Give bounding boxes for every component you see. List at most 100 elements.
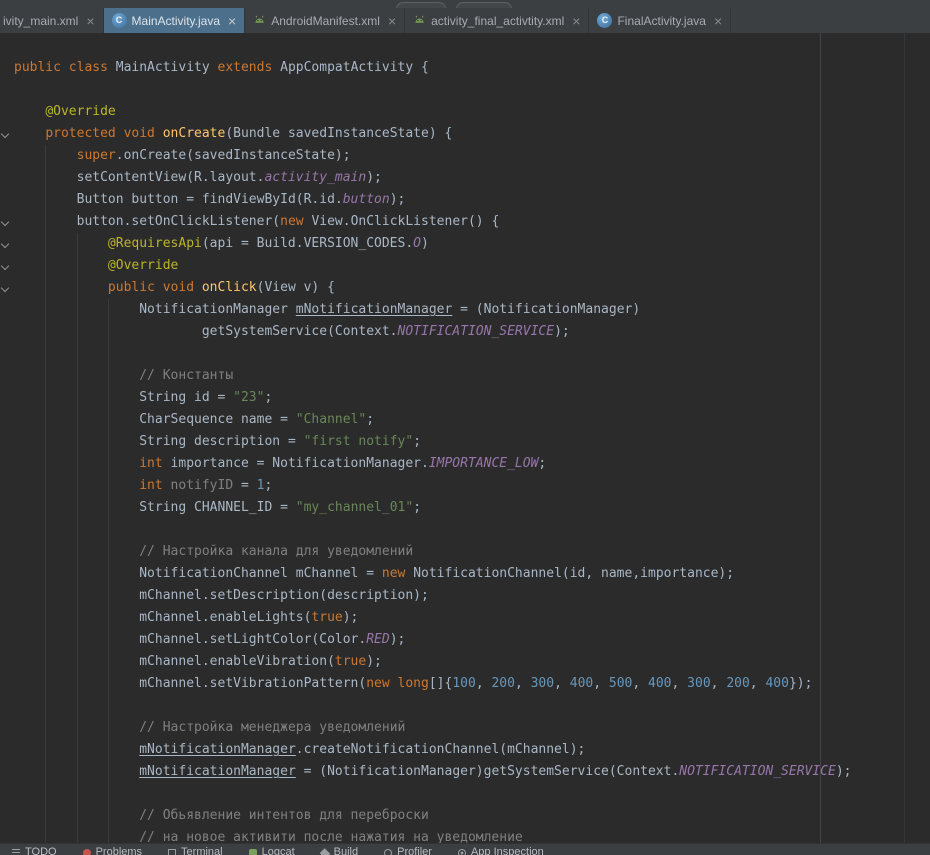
tool-window-button-terminal[interactable]: Terminal xyxy=(168,846,223,855)
code-token: @RequiresApi xyxy=(108,236,202,251)
tool-window-label: Logcat xyxy=(262,846,295,855)
code-token: mChannel.setVibrationPattern( xyxy=(139,676,366,691)
code-token: .onCreate(savedInstanceState); xyxy=(116,148,351,163)
code-token: // Настройка канала для уведомлений xyxy=(139,544,413,559)
code-line xyxy=(14,79,930,101)
inspection-icon xyxy=(458,849,466,855)
code-token: setContentView(R.layout. xyxy=(77,170,265,185)
editor-tab-bar: ivity_main.xml×CMainActivity.java×Androi… xyxy=(0,8,930,33)
fold-marker-icon[interactable] xyxy=(1,284,9,292)
android-icon xyxy=(413,14,426,27)
fold-gutter xyxy=(0,33,12,843)
code-token: "23" xyxy=(233,390,264,405)
main-toolbar-clipped xyxy=(0,0,930,8)
editor-tab-activity-final-activtity-xml[interactable]: activity_final_activtity.xml × xyxy=(405,8,589,33)
problems-icon xyxy=(83,849,91,855)
todo-icon xyxy=(12,849,20,855)
code-token: RED xyxy=(366,632,389,647)
code-token: (api = Build.VERSION_CODES. xyxy=(202,236,413,251)
close-tab-icon[interactable]: × xyxy=(86,14,94,28)
close-tab-icon[interactable]: × xyxy=(572,14,580,28)
code-token: , xyxy=(515,676,531,691)
profiler-icon xyxy=(384,849,392,855)
fold-marker-icon[interactable] xyxy=(1,218,9,226)
editor-tab-mainactivity-java[interactable]: CMainActivity.java× xyxy=(104,8,246,33)
code-token: "Channel" xyxy=(296,412,366,427)
code-token: }); xyxy=(789,676,812,691)
code-token: true xyxy=(311,610,342,625)
code-token: super xyxy=(77,148,116,163)
fold-marker-icon[interactable] xyxy=(1,130,9,138)
code-line: String CHANNEL_ID = "my_channel_01"; xyxy=(14,497,930,519)
close-tab-icon[interactable]: × xyxy=(388,14,396,28)
fold-marker-icon[interactable] xyxy=(1,240,9,248)
toolbar-button[interactable] xyxy=(396,2,446,8)
code-line: String description = "first notify"; xyxy=(14,431,930,453)
code-token: , xyxy=(593,676,609,691)
code-token: public void xyxy=(108,280,202,295)
code-line: String id = "23"; xyxy=(14,387,930,409)
code-line xyxy=(14,343,930,365)
code-token: (Bundle savedInstanceState) { xyxy=(225,126,452,141)
code-line xyxy=(14,783,930,805)
code-token: ; xyxy=(413,434,421,449)
code-token: int xyxy=(139,456,170,471)
code-line: // Настройка канала для уведомлений xyxy=(14,541,930,563)
tool-window-button-logcat[interactable]: Logcat xyxy=(249,846,295,855)
code-token: 300 xyxy=(687,676,710,691)
code-token: ); xyxy=(836,764,852,779)
code-token: ; xyxy=(366,412,374,427)
tab-label: activity_final_activtity.xml xyxy=(431,14,564,28)
editor-tab-androidmanifest-xml[interactable]: AndroidManifest.xml × xyxy=(245,8,405,33)
tool-window-button-build[interactable]: Build xyxy=(321,846,358,855)
code-line: // Обьявление интентов для переброски xyxy=(14,805,930,827)
code-token: String id = xyxy=(139,390,233,405)
tool-window-button-todo[interactable]: TODO xyxy=(12,846,57,855)
code-line: getSystemService(Context.NOTIFICATION_SE… xyxy=(14,321,930,343)
code-token: 500 xyxy=(609,676,632,691)
tab-label: AndroidManifest.xml xyxy=(271,14,380,28)
close-tab-icon[interactable]: × xyxy=(714,14,722,28)
toolbar-button[interactable] xyxy=(456,2,512,8)
fold-marker-icon[interactable] xyxy=(1,262,9,270)
code-token: onClick xyxy=(202,280,257,295)
code-token: // на новое активити после нажатия на ув… xyxy=(139,830,523,843)
code-token: "my_channel_01" xyxy=(296,500,413,515)
code-token: @Override xyxy=(45,104,115,119)
code-line: Button button = findViewById(R.id.button… xyxy=(14,189,930,211)
code-token: 200 xyxy=(726,676,749,691)
code-token: O xyxy=(413,236,421,251)
tool-window-bar: TODO Problems Terminal Logcat Build Profiler A… xyxy=(0,843,930,855)
code-token: 200 xyxy=(491,676,514,691)
code-token: ); xyxy=(554,324,570,339)
code-token: button.setOnClickListener( xyxy=(77,214,281,229)
code-token: NOTIFICATION_SERVICE xyxy=(398,324,555,339)
code-token: []{ xyxy=(429,676,452,691)
code-token: getSystemService(Context. xyxy=(202,324,398,339)
code-token: activity_main xyxy=(264,170,366,185)
code-token: int xyxy=(139,478,170,493)
code-line: @Override xyxy=(14,101,930,123)
code-token: // Обьявление интентов для переброски xyxy=(139,808,429,823)
code-token: = xyxy=(233,478,256,493)
code-token: mNotificationManager xyxy=(296,302,453,317)
code-token: ); xyxy=(390,192,406,207)
editor-pane[interactable]: public class MainActivity extends AppCom… xyxy=(0,33,930,843)
tab-label: ivity_main.xml xyxy=(3,14,78,28)
code-token: mChannel.setDescription(description); xyxy=(139,588,429,603)
close-tab-icon[interactable]: × xyxy=(228,14,236,28)
tool-window-button-app-inspection[interactable]: App Inspection xyxy=(458,846,544,855)
editor-tab-finalactivity-java[interactable]: CFinalActivity.java× xyxy=(589,8,731,33)
code-token: new xyxy=(382,566,413,581)
code-area[interactable]: public class MainActivity extends AppCom… xyxy=(0,33,930,843)
code-line: // Константы xyxy=(14,365,930,387)
tool-window-label: Terminal xyxy=(181,846,223,855)
tool-window-button-problems[interactable]: Problems xyxy=(83,846,142,855)
editor-tab-ivity-main-xml[interactable]: ivity_main.xml × xyxy=(0,8,104,33)
code-line: NotificationManager mNotificationManager… xyxy=(14,299,930,321)
code-token: ; xyxy=(264,390,272,405)
code-token: Button button = findViewById(R.id. xyxy=(77,192,343,207)
code-line: button.setOnClickListener(new View.OnCli… xyxy=(14,211,930,233)
code-token: , xyxy=(711,676,727,691)
tool-window-button-profiler[interactable]: Profiler xyxy=(384,846,432,855)
